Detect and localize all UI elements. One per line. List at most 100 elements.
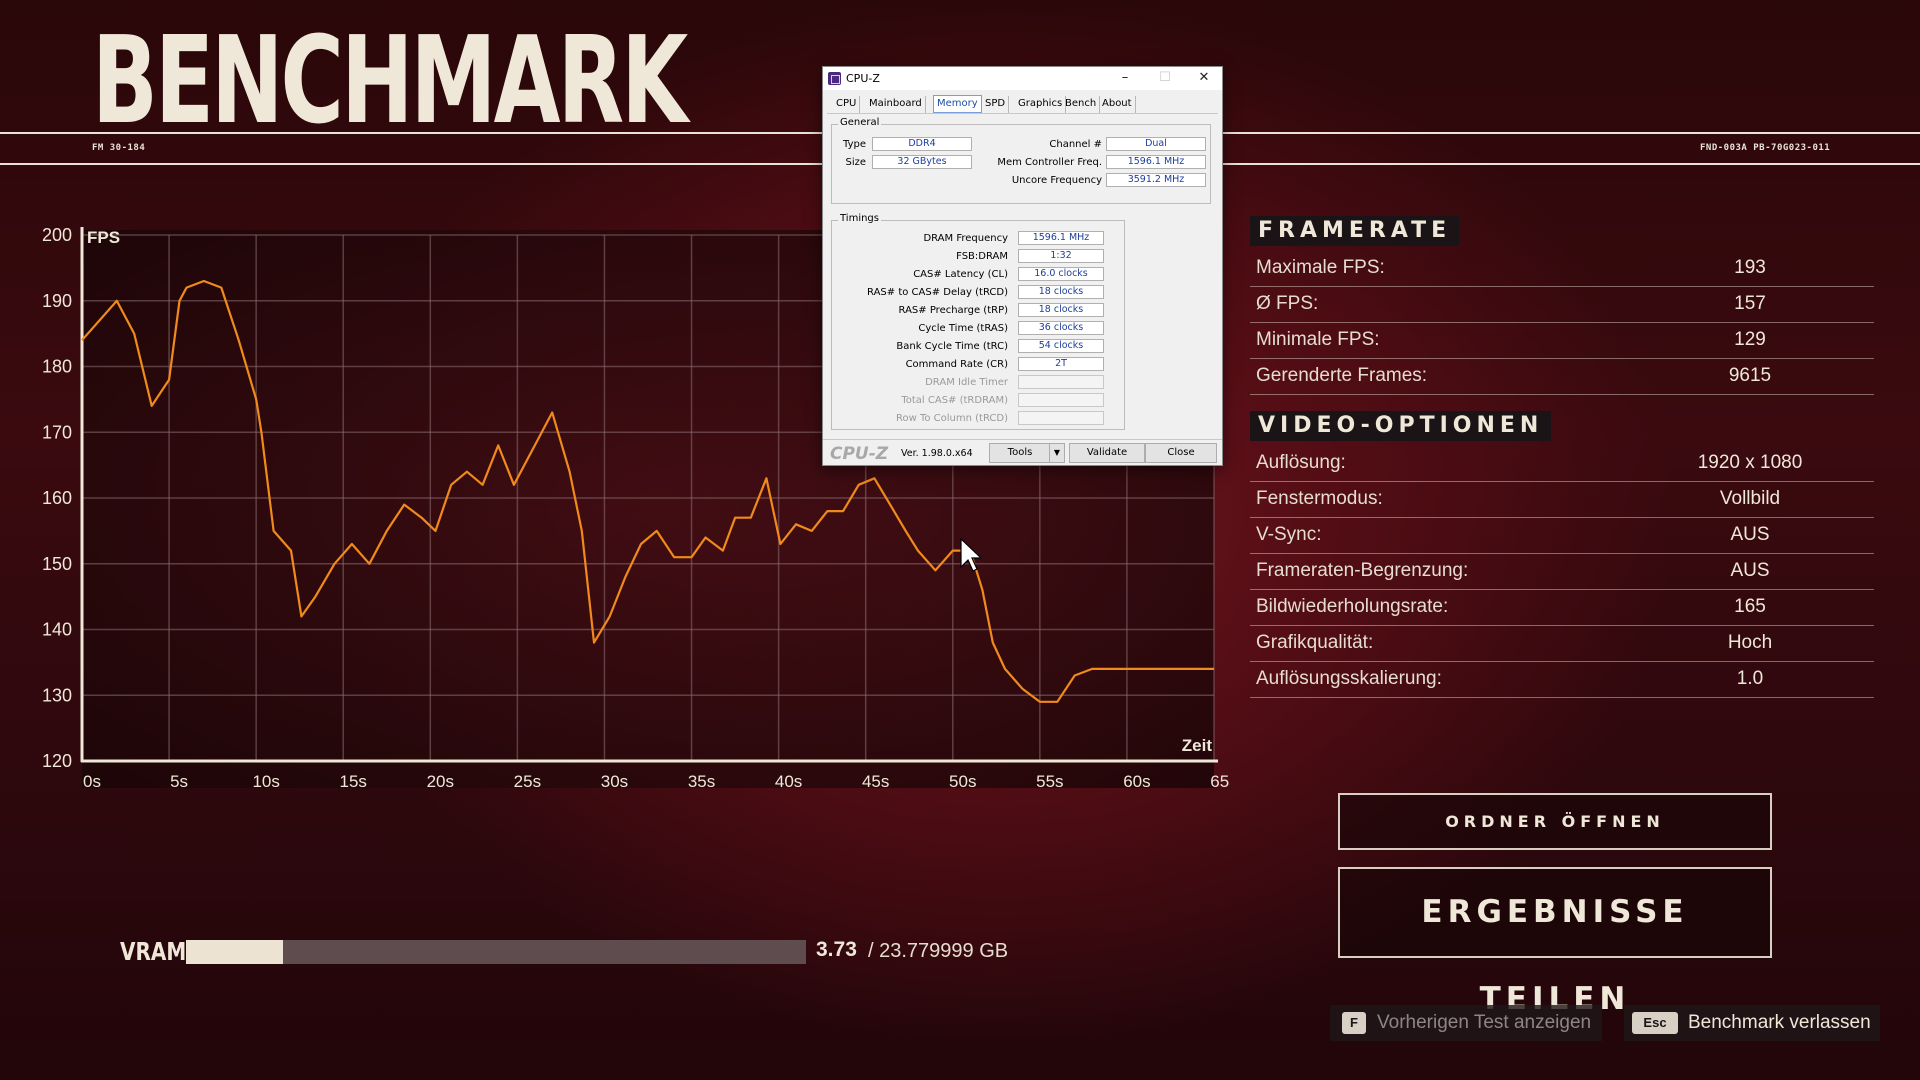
tab-graphics[interactable]: Graphics xyxy=(1015,96,1067,113)
framerate-stat-value: 193 xyxy=(1734,257,1766,278)
timing-value xyxy=(1018,411,1104,425)
timings-group-title: Timings xyxy=(838,213,881,224)
close-button[interactable]: Close xyxy=(1145,443,1217,463)
framerate-stat-value: 129 xyxy=(1734,329,1766,350)
timing-value: 18 clocks xyxy=(1018,303,1104,317)
vram-total-value: / 23.779999 GB xyxy=(868,940,1009,962)
timings-group: Timings DRAM Frequency 1596.1 MHz FSB:DRAM… xyxy=(831,213,1125,430)
video-option-label: V-Sync: xyxy=(1256,524,1322,545)
timing-value: 18 clocks xyxy=(1018,285,1104,299)
timing-value: 16.0 clocks xyxy=(1018,267,1104,281)
mem-controller-freq-value: 1596.1 MHz xyxy=(1106,155,1206,169)
video-option-row: Grafikqualität: Hoch xyxy=(1250,626,1874,662)
tab-about[interactable]: About xyxy=(1099,96,1136,113)
maximize-icon: ☐ xyxy=(1159,70,1171,85)
video-option-value: Hoch xyxy=(1727,632,1773,653)
video-option-label: Frameraten-Begrenzung: xyxy=(1256,560,1469,581)
minimize-icon[interactable]: – xyxy=(1110,69,1140,87)
uncore-frequency-label: Uncore Frequency xyxy=(1011,175,1102,186)
timing-value xyxy=(1018,393,1104,407)
open-folder-button[interactable]: ORDNER ÖFFNEN xyxy=(1338,793,1772,850)
framerate-stat-value: 9615 xyxy=(1728,365,1772,386)
timing-label: FSB:DRAM xyxy=(956,251,1008,262)
framerate-stat-row: Minimale FPS: 129 xyxy=(1250,323,1874,359)
chart-x-tick-label: 45s xyxy=(862,772,889,791)
prev-test-label: Vorherigen Test anzeigen xyxy=(1377,1012,1592,1033)
cpuz-window[interactable]: CPU-Z – ☐ ✕ CPU Mainboard Memory SPD Gra… xyxy=(822,66,1223,466)
chart-y-tick-label: 120 xyxy=(42,751,72,771)
framerate-stat-value: 157 xyxy=(1734,293,1766,314)
share-results-button[interactable]: ERGEBNISSE TEILEN xyxy=(1338,867,1772,1017)
chart-x-tick-label: 20s xyxy=(427,772,454,791)
timing-value: 1596.1 MHz xyxy=(1018,231,1104,245)
video-option-row: Auflösungsskalierung: 1.0 xyxy=(1250,662,1874,698)
vram-used-value: 3.73 xyxy=(816,938,857,961)
timing-label: Bank Cycle Time (tRC) xyxy=(896,341,1008,352)
timing-label: DRAM Idle Timer xyxy=(925,377,1008,388)
chart-x-tick-label: 15s xyxy=(340,772,367,791)
video-option-label: Auflösung: xyxy=(1256,452,1346,473)
chart-y-tick-label: 160 xyxy=(42,488,72,508)
timing-label: RAS# Precharge (tRP) xyxy=(898,305,1008,316)
timing-value: 54 clocks xyxy=(1018,339,1104,353)
tools-dropdown-icon[interactable]: ▼ xyxy=(1049,443,1065,463)
video-option-value: AUS xyxy=(1730,524,1770,545)
validate-button[interactable]: Validate xyxy=(1069,443,1145,463)
size-value: 32 GBytes xyxy=(872,155,972,169)
tab-cpu[interactable]: CPU xyxy=(833,96,861,113)
chart-y-tick-label: 200 xyxy=(42,225,72,245)
channel-value: Dual xyxy=(1106,137,1206,151)
close-icon[interactable]: ✕ xyxy=(1189,69,1219,87)
video-option-value: 165 xyxy=(1734,596,1766,617)
framerate-section-title: FRAMERATE xyxy=(1250,216,1460,246)
vram-label: VRAM xyxy=(120,937,187,966)
chart-y-tick-label: 140 xyxy=(42,620,72,640)
prev-test-hint[interactable]: F Vorherigen Test anzeigen xyxy=(1330,1005,1602,1041)
vram-usage-fill xyxy=(186,940,284,964)
framerate-stat-label: Gerenderte Frames: xyxy=(1256,365,1428,386)
general-group: General Type DDR4 Size 32 GBytes Channel… xyxy=(831,117,1211,204)
tab-spd[interactable]: SPD xyxy=(982,96,1010,113)
chart-x-tick-label: 0s xyxy=(83,772,101,791)
video-option-label: Bildwiederholungsrate: xyxy=(1256,596,1449,617)
video-option-row: Frameraten-Begrenzung: AUS xyxy=(1250,554,1874,590)
type-label: Type xyxy=(843,139,866,150)
framerate-stat-label: Minimale FPS: xyxy=(1256,329,1380,350)
cpuz-footer: CPU-Z Ver. 1.98.0.x64 Tools ▼ Validate C… xyxy=(823,439,1222,465)
video-option-label: Auflösungsskalierung: xyxy=(1256,668,1442,689)
chart-y-tick-label: 170 xyxy=(42,422,72,442)
timing-value: 36 clocks xyxy=(1018,321,1104,335)
timing-label: CAS# Latency (CL) xyxy=(913,269,1008,280)
chart-x-tick-label: 25s xyxy=(514,772,541,791)
tab-mainboard[interactable]: Mainboard xyxy=(866,96,926,113)
cpuz-version: Ver. 1.98.0.x64 xyxy=(901,448,973,459)
chart-y-tick-label: 180 xyxy=(42,357,72,377)
chart-y-axis-title: FPS xyxy=(87,228,120,247)
cpuz-app-icon xyxy=(828,72,841,85)
timing-value: 1:32 xyxy=(1018,249,1104,263)
tab-memory[interactable]: Memory xyxy=(933,95,982,113)
tab-bench[interactable]: Bench xyxy=(1062,96,1101,113)
chart-x-tick-label: 50s xyxy=(949,772,976,791)
video-option-row: Bildwiederholungsrate: 165 xyxy=(1250,590,1874,626)
video-option-value: 1920 x 1080 xyxy=(1697,452,1803,473)
header-code-right: FND-003A PB-70G023-011 xyxy=(1700,143,1831,153)
framerate-stat-row: Ø FPS: 157 xyxy=(1250,287,1874,323)
timing-label: DRAM Frequency xyxy=(923,233,1008,244)
timing-label: Row To Column (tRCD) xyxy=(895,413,1008,424)
exit-benchmark-hint[interactable]: Esc Benchmark verlassen xyxy=(1624,1005,1880,1041)
tools-button-label: Tools xyxy=(1007,447,1033,458)
chart-x-tick-label: 5s xyxy=(170,772,188,791)
chart-y-tick-label: 150 xyxy=(42,554,72,574)
header-code-left: FM 30-184 xyxy=(92,143,146,153)
video-options-section-title: VIDEO-OPTIONEN xyxy=(1250,411,1552,441)
cpuz-titlebar[interactable]: CPU-Z – ☐ ✕ xyxy=(823,67,1222,90)
cpuz-window-title: CPU-Z xyxy=(846,72,880,85)
chart-x-axis-title: Zeit xyxy=(1182,736,1213,755)
framerate-stat-label: Ø FPS: xyxy=(1256,293,1319,314)
timing-value xyxy=(1018,375,1104,389)
video-option-value: AUS xyxy=(1730,560,1770,581)
chart-x-tick-label: 55s xyxy=(1036,772,1063,791)
general-group-title: General xyxy=(838,117,882,128)
esc-key-icon: Esc xyxy=(1632,1012,1678,1034)
